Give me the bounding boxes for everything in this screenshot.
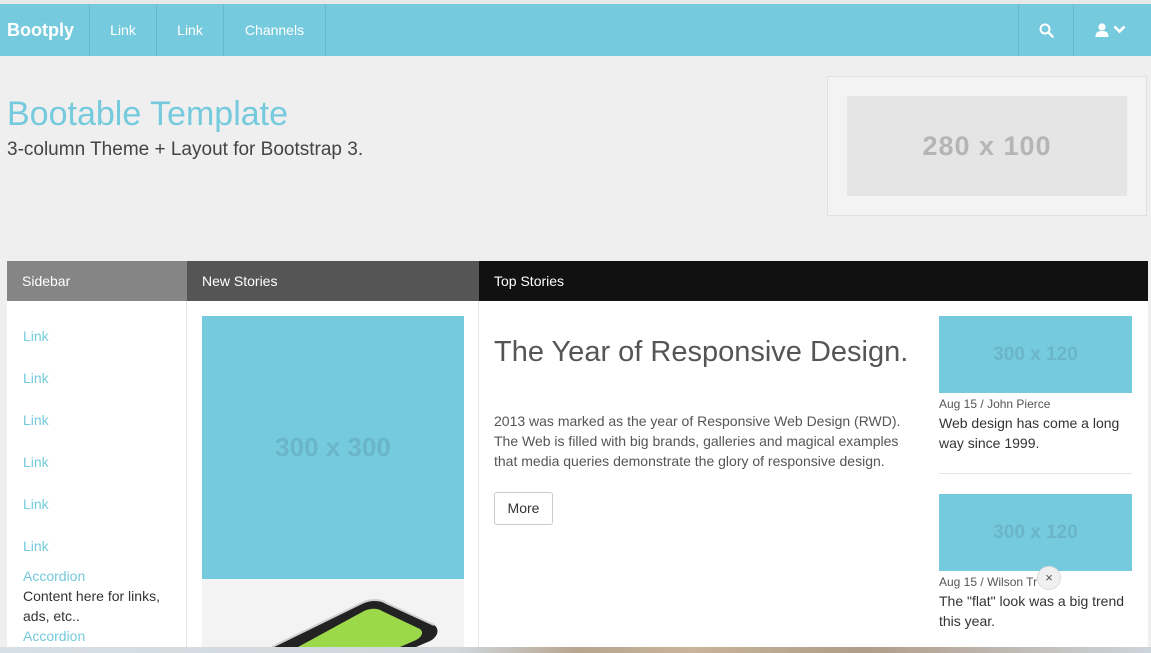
user-icon bbox=[1095, 23, 1109, 37]
phone-illustration bbox=[271, 599, 438, 647]
close-icon[interactable]: × bbox=[1037, 566, 1061, 590]
nav-link-2[interactable]: Link bbox=[157, 4, 224, 56]
sidebar-link[interactable]: Link bbox=[23, 496, 49, 512]
top-story-image[interactable]: 300 x 120 bbox=[939, 494, 1132, 571]
top-story-date: Aug 15 bbox=[939, 575, 978, 589]
top-story-meta: Aug 15 / John Pierce bbox=[939, 397, 1051, 411]
top-story-blurb[interactable]: The "flat" look was a big trend this yea… bbox=[939, 591, 1134, 631]
search-icon bbox=[1039, 23, 1054, 38]
accordion-content: Content here for links, ads, etc.. bbox=[23, 588, 160, 624]
nav-link-channels[interactable]: Channels bbox=[224, 4, 326, 56]
story-body: 2013 was marked as the year of Responsiv… bbox=[494, 413, 901, 469]
new-stories-heading: New Stories bbox=[187, 261, 479, 301]
more-button[interactable]: More bbox=[494, 492, 553, 525]
top-story-blurb[interactable]: Web design has come a long way since 199… bbox=[939, 413, 1134, 453]
nav-link-1[interactable]: Link bbox=[90, 4, 157, 56]
column-divider bbox=[478, 301, 479, 647]
ad-placeholder: 280 x 100 bbox=[847, 96, 1127, 196]
story-title[interactable]: The Year of Responsive Design. bbox=[494, 336, 914, 369]
accordion-toggle[interactable]: Accordion bbox=[23, 628, 85, 644]
navbar: Bootply Link Link Channels bbox=[0, 4, 1151, 56]
sidebar-link[interactable]: Link bbox=[23, 370, 49, 386]
sidebar-link[interactable]: Link bbox=[23, 412, 49, 428]
sidebar-link[interactable]: Link bbox=[23, 538, 49, 554]
top-stories-heading: Top Stories bbox=[479, 261, 1148, 301]
user-menu-button[interactable] bbox=[1073, 4, 1151, 56]
sidebar-link[interactable]: Link bbox=[23, 454, 49, 470]
search-button[interactable] bbox=[1018, 4, 1073, 56]
brand-logo[interactable]: Bootply bbox=[0, 4, 90, 56]
top-story-author: Wilson Tr bbox=[987, 575, 1038, 589]
sidebar-link[interactable]: Link bbox=[23, 328, 49, 344]
column-divider bbox=[186, 301, 187, 647]
story-image-placeholder: 300 x 300 bbox=[202, 316, 464, 579]
story-divider bbox=[939, 473, 1132, 474]
top-story-image[interactable]: 300 x 120 bbox=[939, 316, 1132, 393]
os-taskbar bbox=[0, 647, 1151, 653]
page-title: Bootable Template bbox=[7, 95, 289, 133]
page-subtitle: 3-column Theme + Layout for Bootstrap 3. bbox=[7, 139, 364, 160]
ad-box: 280 x 100 bbox=[827, 76, 1147, 216]
accordion-toggle[interactable]: Accordion bbox=[23, 568, 85, 584]
sidebar-heading: Sidebar bbox=[7, 261, 187, 301]
chevron-down-icon bbox=[1113, 25, 1126, 34]
top-story-date: Aug 15 bbox=[939, 397, 978, 411]
top-story-author: John Pierce bbox=[987, 397, 1051, 411]
phone-image bbox=[202, 579, 464, 647]
